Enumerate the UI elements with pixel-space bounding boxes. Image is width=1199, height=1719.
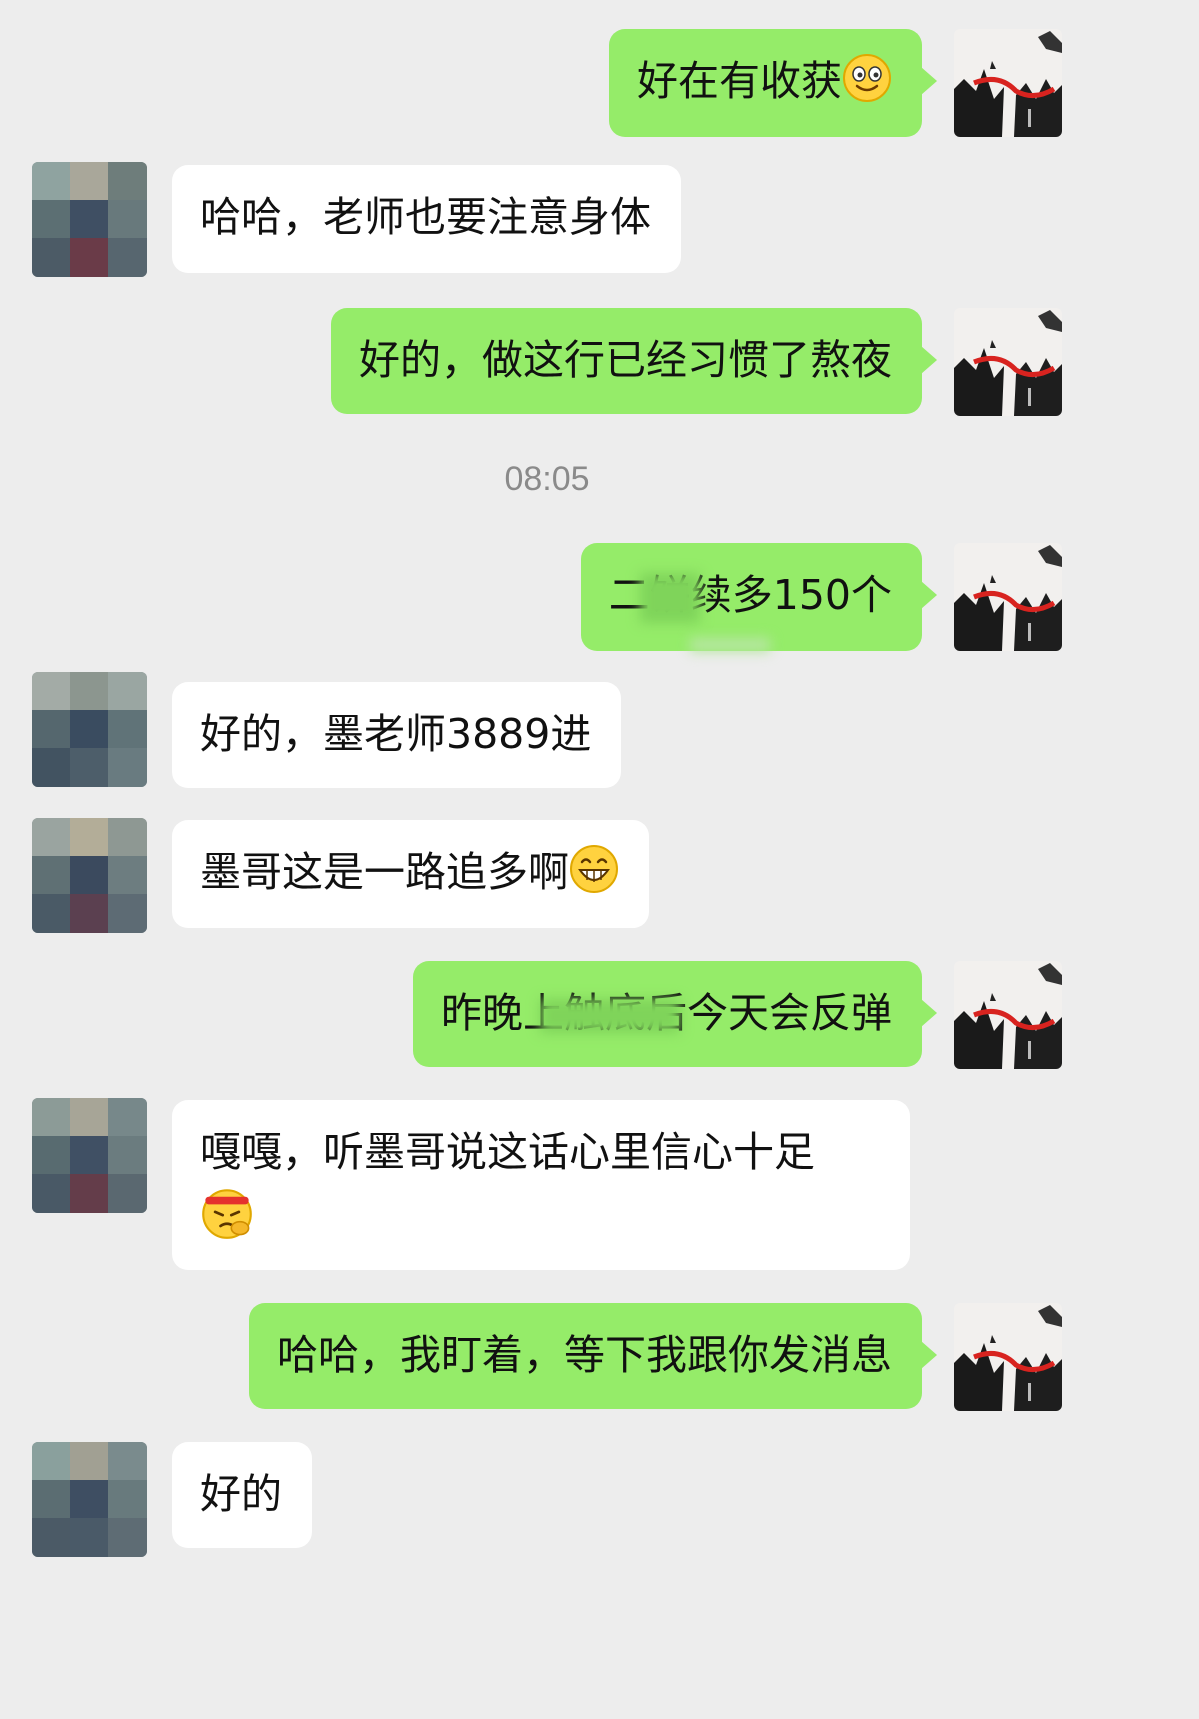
contact-avatar[interactable] <box>32 162 147 277</box>
ink-painting-avatar-icon <box>954 29 1062 137</box>
message-bubble-received[interactable]: 墨哥这是一路追多啊 <box>172 820 649 928</box>
message-text: 昨晚上触底后今天会反弹 <box>441 989 892 1037</box>
timestamp: 08:05 <box>504 460 590 498</box>
message-bubble-sent[interactable]: 哈哈，我盯着，等下我跟你发消息 <box>249 1303 937 1409</box>
pixelated-avatar-icon <box>32 1442 147 1557</box>
message-text: 好的 <box>200 1470 282 1518</box>
message-text: 好在有收获 <box>637 57 842 105</box>
message-bubble-received[interactable]: 哈哈，老师也要注意身体 <box>172 165 681 273</box>
pixelated-avatar-icon <box>32 818 147 933</box>
message-text: 哈哈，老师也要注意身体 <box>200 193 651 241</box>
contact-avatar[interactable] <box>32 818 147 933</box>
message-text: 墨哥这是一路追多啊 <box>200 848 569 896</box>
my-avatar[interactable] <box>954 308 1062 416</box>
contact-avatar[interactable] <box>32 1442 147 1557</box>
grin-emoji-icon <box>570 845 618 893</box>
my-avatar[interactable] <box>954 29 1062 137</box>
message-bubble-sent[interactable]: 好的，做这行已经习惯了熬夜 <box>331 308 937 414</box>
smile-emoji-icon <box>843 54 891 102</box>
message-text: 好的，墨老师3889进 <box>200 710 592 758</box>
message-bubble-received[interactable]: 好的，墨老师3889进 <box>172 682 622 788</box>
pixelated-avatar-icon <box>32 162 147 277</box>
pixelated-avatar-icon <box>32 1098 147 1213</box>
my-avatar[interactable] <box>954 543 1062 651</box>
message-bubble-sent[interactable]: 昨晚上触底后今天会反弹 <box>413 961 937 1067</box>
chat-window: 好在有收获 哈哈，老师也要注意身体 好的，做这行已经习惯了熬夜 08:05 二饼… <box>0 0 1094 1568</box>
ink-painting-avatar-icon <box>954 961 1062 1069</box>
message-text: 二饼续多150个 <box>608 571 892 619</box>
message-text: 好的，做这行已经习惯了熬夜 <box>359 336 892 384</box>
message-bubble-received[interactable]: 嘎嘎，听墨哥说这话心里信心十足 <box>172 1100 910 1270</box>
my-avatar[interactable] <box>954 961 1062 1069</box>
contact-avatar[interactable] <box>32 672 147 787</box>
message-bubble-received[interactable]: 好的 <box>172 1442 312 1548</box>
message-text: 嘎嘎，听墨哥说这话心里信心十足 <box>200 1128 815 1176</box>
pixelated-avatar-icon <box>32 672 147 787</box>
determined-emoji-icon <box>202 1189 252 1239</box>
my-avatar[interactable] <box>954 1303 1062 1411</box>
ink-painting-avatar-icon <box>954 308 1062 416</box>
message-bubble-sent[interactable]: 二饼续多150个 <box>580 543 938 651</box>
ink-painting-avatar-icon <box>954 1303 1062 1411</box>
message-bubble-sent[interactable]: 好在有收获 <box>609 29 937 137</box>
ink-painting-avatar-icon <box>954 543 1062 651</box>
message-text: 哈哈，我盯着，等下我跟你发消息 <box>277 1331 892 1379</box>
contact-avatar[interactable] <box>32 1098 147 1213</box>
